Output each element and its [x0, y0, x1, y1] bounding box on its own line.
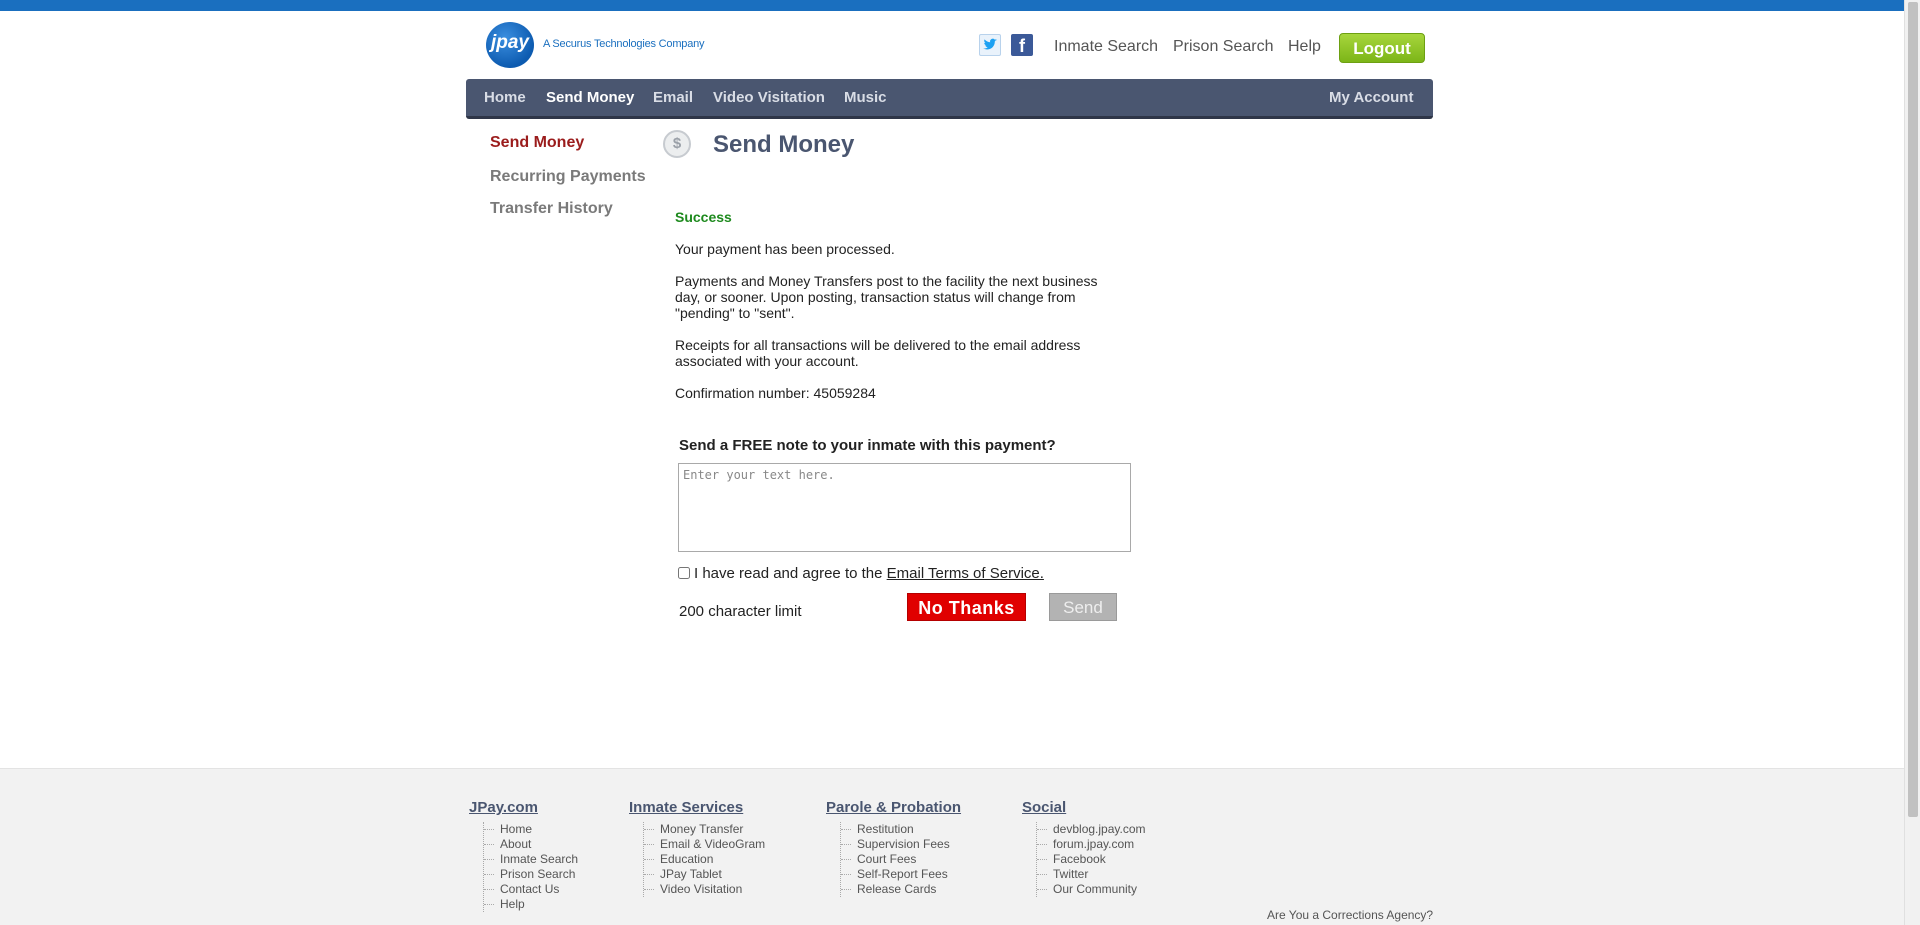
header-prison-search-link[interactable]: Prison Search [1173, 38, 1274, 56]
sidebar-item-recurring-payments[interactable]: Recurring Payments [490, 168, 646, 186]
footer-link[interactable]: Prison Search [484, 867, 578, 882]
footer-column-parole-probation: Parole & Probation Restitution Supervisi… [826, 799, 961, 897]
footer-link[interactable]: Restitution [841, 822, 961, 837]
footer-column-jpay: JPay.com Home About Inmate Search Prison… [469, 799, 578, 912]
nav-video-visitation[interactable]: Video Visitation [713, 89, 825, 106]
note-textarea[interactable] [678, 463, 1131, 552]
character-limit: 200 character limit [679, 603, 802, 620]
nav-send-money[interactable]: Send Money [546, 89, 634, 106]
footer-link[interactable]: Home [484, 822, 578, 837]
footer-link[interactable]: About [484, 837, 578, 852]
message-posting-info: Payments and Money Transfers post to the… [675, 273, 1098, 321]
main-nav: Home Send Money Email Video Visitation M… [466, 79, 1433, 119]
footer-title-parole-probation[interactable]: Parole & Probation [826, 799, 961, 816]
nav-email[interactable]: Email [653, 89, 693, 106]
footer-link[interactable]: Inmate Search [484, 852, 578, 867]
twitter-icon[interactable] [979, 34, 1001, 56]
note-prompt: Send a FREE note to your inmate with thi… [679, 437, 1056, 454]
status-success: Success [675, 209, 732, 225]
money-icon: $ [663, 130, 691, 158]
footer-link[interactable]: Court Fees [841, 852, 961, 867]
nav-home[interactable]: Home [484, 89, 526, 106]
footer-title-social[interactable]: Social [1022, 799, 1146, 816]
email-terms-link[interactable]: Email Terms of Service. [887, 565, 1044, 582]
footer-link[interactable]: Facebook [1037, 852, 1146, 867]
footer-link[interactable]: JPay Tablet [644, 867, 765, 882]
footer-link[interactable]: Release Cards [841, 882, 961, 897]
facebook-icon[interactable]: f [1011, 34, 1033, 56]
footer-link[interactable]: devblog.jpay.com [1037, 822, 1146, 837]
footer-link[interactable]: Self-Report Fees [841, 867, 961, 882]
terms-text: I have read and agree to the [694, 565, 883, 582]
terms-checkbox[interactable] [678, 567, 690, 579]
send-button[interactable]: Send [1049, 593, 1117, 621]
footer-link[interactable]: Education [644, 852, 765, 867]
footer-link[interactable]: Money Transfer [644, 822, 765, 837]
header-inmate-search-link[interactable]: Inmate Search [1054, 38, 1158, 56]
footer-link[interactable]: Our Community [1037, 882, 1146, 897]
footer-title-inmate-services[interactable]: Inmate Services [629, 799, 765, 816]
footer-link[interactable]: Contact Us [484, 882, 578, 897]
nav-my-account[interactable]: My Account [1329, 89, 1413, 106]
page-title: Send Money [713, 131, 855, 158]
no-thanks-button[interactable]: No Thanks [907, 593, 1026, 621]
terms-agreement: I have read and agree to the Email Terms… [678, 565, 1044, 582]
page-scrollbar[interactable] [1904, 0, 1920, 925]
scrollbar-thumb[interactable] [1908, 2, 1918, 817]
tagline: A Securus Technologies Company [543, 38, 705, 50]
footer-column-social: Social devblog.jpay.com forum.jpay.com F… [1022, 799, 1146, 897]
logout-button[interactable]: Logout [1339, 33, 1425, 63]
sidebar-item-send-money[interactable]: Send Money [490, 134, 584, 152]
footer-link[interactable]: Help [484, 897, 578, 912]
footer-link[interactable]: forum.jpay.com [1037, 837, 1146, 852]
sidebar-item-transfer-history[interactable]: Transfer History [490, 200, 613, 218]
footer-link[interactable]: Supervision Fees [841, 837, 961, 852]
corrections-agency-link[interactable]: Are You a Corrections Agency? [1267, 908, 1433, 922]
footer-link[interactable]: Email & VideoGram [644, 837, 765, 852]
footer-column-inmate-services: Inmate Services Money Transfer Email & V… [629, 799, 765, 897]
nav-music[interactable]: Music [844, 89, 887, 106]
footer-link[interactable]: Video Visitation [644, 882, 765, 897]
top-accent-bar [0, 0, 1904, 11]
message-receipts-info: Receipts for all transactions will be de… [675, 337, 1081, 369]
jpay-logo[interactable]: jpay [486, 22, 534, 68]
message-processed: Your payment has been processed. [675, 241, 895, 257]
footer-title-jpay[interactable]: JPay.com [469, 799, 578, 816]
footer-link[interactable]: Twitter [1037, 867, 1146, 882]
header-help-link[interactable]: Help [1288, 38, 1321, 56]
confirmation-number: Confirmation number: 45059284 [675, 385, 876, 401]
logo-text: jpay [490, 32, 530, 53]
